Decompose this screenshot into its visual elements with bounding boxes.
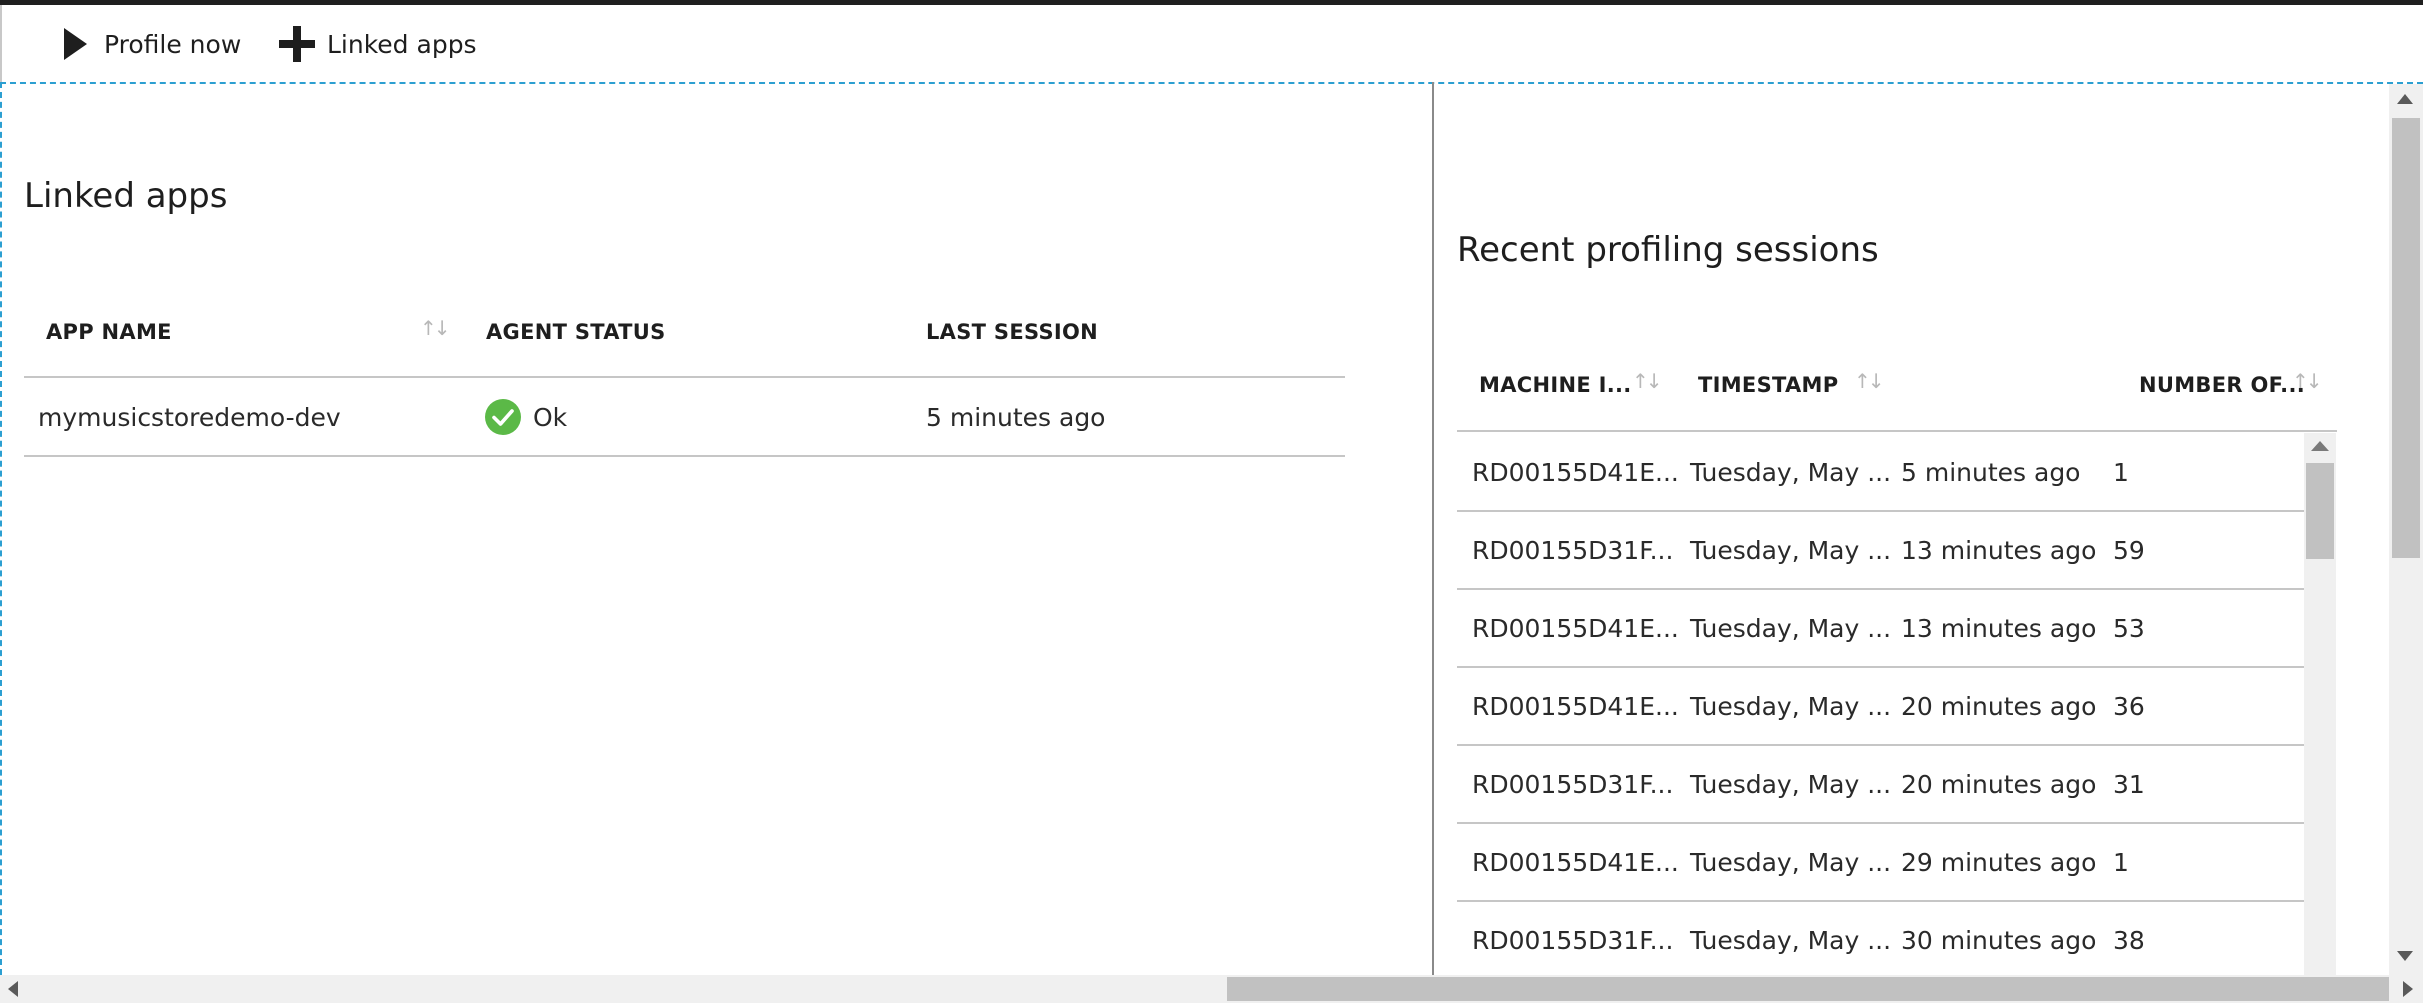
scroll-up-arrow-icon[interactable]	[2397, 94, 2413, 104]
play-icon	[64, 28, 87, 60]
sort-icon[interactable]: ↑↓	[420, 316, 450, 340]
plus-icon	[279, 26, 315, 62]
count-cell: 53	[2113, 614, 2145, 643]
time-ago-cell: 29 minutes ago	[1901, 848, 2097, 877]
column-header-agent-status[interactable]: AGENT STATUS	[486, 320, 666, 344]
timestamp-cell: Tuesday, May ...	[1690, 926, 1892, 955]
sort-icon[interactable]: ↑↓	[2292, 369, 2322, 393]
time-ago-cell: 30 minutes ago	[1901, 926, 2097, 955]
row-separator	[1457, 510, 2304, 512]
machine-cell: RD00155D31F...	[1472, 536, 1674, 565]
profile-now-label: Profile now	[104, 29, 242, 59]
column-header-machine[interactable]: MACHINE I...	[1479, 373, 1632, 397]
sort-icon[interactable]: ↑↓	[1854, 369, 1884, 393]
last-session-cell: 5 minutes ago	[926, 403, 1106, 432]
machine-cell: RD00155D41E...	[1472, 692, 1679, 721]
time-ago-cell: 13 minutes ago	[1901, 536, 2097, 565]
machine-cell: RD00155D31F...	[1472, 926, 1674, 955]
content-area	[0, 82, 2423, 975]
time-ago-cell: 13 minutes ago	[1901, 614, 2097, 643]
scroll-up-arrow-icon[interactable]	[2311, 441, 2329, 451]
scroll-down-arrow-icon[interactable]	[2397, 951, 2413, 961]
machine-cell: RD00155D41E...	[1472, 458, 1679, 487]
row-separator	[1457, 822, 2304, 824]
time-ago-cell: 20 minutes ago	[1901, 770, 2097, 799]
page-vertical-scrollbar-thumb[interactable]	[2392, 118, 2420, 558]
column-header-last-session[interactable]: LAST SESSION	[926, 320, 1098, 344]
recent-sessions-title: Recent profiling sessions	[1457, 230, 1879, 270]
count-cell: 38	[2113, 926, 2145, 955]
linked-apps-label: Linked apps	[327, 29, 477, 59]
check-circle-icon	[485, 399, 521, 435]
count-cell: 31	[2113, 770, 2145, 799]
linked-apps-button[interactable]: Linked apps	[279, 5, 477, 83]
column-header-app-name[interactable]: APP NAME	[46, 320, 172, 344]
header-separator	[24, 376, 1345, 378]
app-name-cell[interactable]: mymusicstoredemo-dev	[38, 403, 341, 432]
row-separator	[1457, 588, 2304, 590]
time-ago-cell: 5 minutes ago	[1901, 458, 2081, 487]
agent-status-cell: Ok	[533, 403, 568, 432]
timestamp-cell: Tuesday, May ...	[1690, 848, 1892, 877]
machine-cell: RD00155D41E...	[1472, 614, 1679, 643]
timestamp-cell: Tuesday, May ...	[1690, 692, 1892, 721]
column-header-number-of[interactable]: NUMBER OF...	[2139, 373, 2305, 397]
count-cell: 1	[2113, 848, 2129, 877]
column-header-timestamp[interactable]: TIMESTAMP	[1698, 373, 1838, 397]
page-horizontal-scrollbar-thumb[interactable]	[1227, 977, 2389, 1001]
time-ago-cell: 20 minutes ago	[1901, 692, 2097, 721]
count-cell: 36	[2113, 692, 2145, 721]
timestamp-cell: Tuesday, May ...	[1690, 614, 1892, 643]
linked-apps-title: Linked apps	[24, 176, 228, 216]
scroll-left-arrow-icon[interactable]	[8, 981, 18, 997]
machine-cell: RD00155D31F...	[1472, 770, 1674, 799]
timestamp-cell: Tuesday, May ...	[1690, 536, 1892, 565]
row-separator	[24, 455, 1345, 457]
sessions-scrollbar-thumb[interactable]	[2306, 463, 2334, 559]
timestamp-cell: Tuesday, May ...	[1690, 770, 1892, 799]
profile-now-button[interactable]: Profile now	[62, 5, 241, 83]
row-separator	[1457, 666, 2304, 668]
row-separator	[1457, 744, 2304, 746]
row-separator	[1457, 900, 2304, 902]
count-cell: 1	[2113, 458, 2129, 487]
header-separator	[1457, 430, 2337, 432]
panel-divider	[1432, 82, 1434, 975]
scroll-right-arrow-icon[interactable]	[2403, 981, 2413, 997]
count-cell: 59	[2113, 536, 2145, 565]
command-bar: Profile now Linked apps	[0, 5, 2423, 83]
sort-icon[interactable]: ↑↓	[1632, 369, 1662, 393]
timestamp-cell: Tuesday, May ...	[1690, 458, 1892, 487]
machine-cell: RD00155D41E...	[1472, 848, 1679, 877]
